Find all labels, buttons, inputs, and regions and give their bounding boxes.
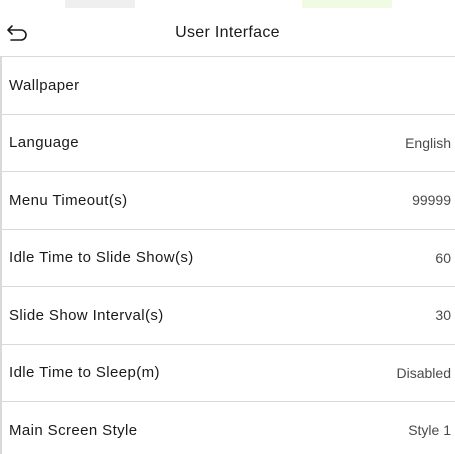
setting-label: Menu Timeout(s) <box>9 191 128 209</box>
header-bar: User Interface <box>0 10 455 56</box>
setting-row-language[interactable]: Language English <box>0 113 455 172</box>
setting-value: 60 <box>435 249 451 266</box>
setting-value: 30 <box>435 307 451 324</box>
setting-row-idle-slide-show[interactable]: Idle Time to Slide Show(s) 60 <box>0 228 455 287</box>
settings-list: Wallpaper Language English Menu Timeout(… <box>0 56 455 454</box>
setting-label: Idle Time to Sleep(m) <box>9 364 160 382</box>
setting-row-menu-timeout[interactable]: Menu Timeout(s) 99999 <box>0 171 455 229</box>
setting-value: 99999 <box>412 192 451 209</box>
decor-green <box>302 0 392 8</box>
setting-value: English <box>405 134 451 151</box>
page-title: User Interface <box>175 24 280 41</box>
setting-label: Wallpaper <box>9 76 80 94</box>
setting-label: Slide Show Interval(s) <box>9 306 164 324</box>
setting-row-idle-sleep[interactable]: Idle Time to Sleep(m) Disabled <box>0 343 455 402</box>
setting-label: Idle Time to Slide Show(s) <box>9 249 194 267</box>
setting-row-main-screen-style[interactable]: Main Screen Style Style 1 <box>0 401 455 454</box>
setting-label: Main Screen Style <box>9 421 138 439</box>
user-interface-screen: User Interface Wallpaper Language Englis… <box>0 0 455 454</box>
setting-value: Disabled <box>396 364 451 381</box>
back-arrow-icon[interactable] <box>6 22 30 44</box>
setting-row-slide-show-interval[interactable]: Slide Show Interval(s) 30 <box>0 286 455 344</box>
top-decoration <box>0 0 455 8</box>
setting-value: Style 1 <box>408 422 451 439</box>
setting-row-wallpaper[interactable]: Wallpaper <box>0 56 455 114</box>
decor-grey <box>65 0 135 8</box>
setting-label: Language <box>9 134 79 152</box>
